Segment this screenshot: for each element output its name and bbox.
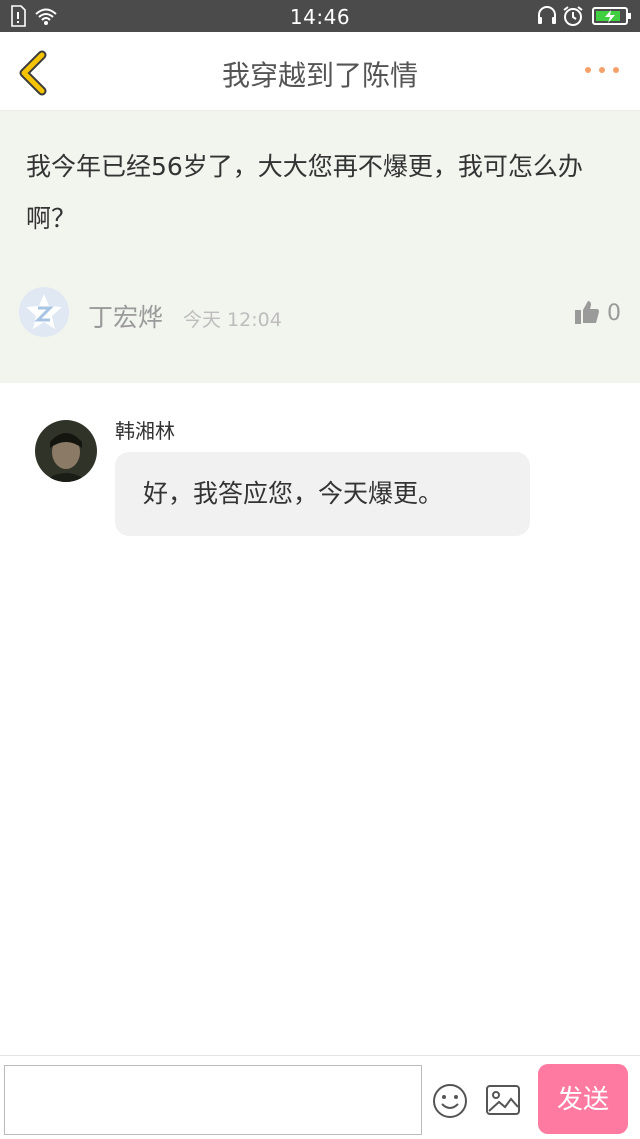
status-bar: 14:46	[0, 0, 640, 32]
battery-charging-icon	[592, 7, 631, 25]
emoji-icon[interactable]	[432, 1083, 468, 1119]
like-count: 0	[607, 301, 621, 326]
author-name[interactable]: 丁宏烨	[88, 298, 163, 334]
more-dots-icon[interactable]	[582, 60, 622, 80]
top-nav-bar: 我穿越到了陈情	[0, 32, 640, 111]
back-button[interactable]	[14, 50, 54, 96]
thumbs-up-icon[interactable]	[574, 299, 600, 325]
comment-time: 今天 12:04	[183, 309, 282, 331]
page-title: 我穿越到了陈情	[221, 59, 418, 92]
headset-icon	[538, 6, 556, 24]
comment-input[interactable]	[4, 1065, 422, 1135]
reply-author-name[interactable]: 韩湘林	[115, 415, 175, 444]
comment-text: 我今年已经56岁了，大大您再不爆更，我可怎么办啊？	[26, 152, 583, 233]
avatar-photo	[35, 420, 97, 482]
reply-bubble: 好，我答应您，今天爆更。	[115, 452, 530, 536]
author-avatar[interactable]	[18, 286, 70, 338]
original-comment: 我今年已经56岁了，大大您再不爆更，我可怎么办啊？ 丁宏烨 今天 12:04 0	[0, 111, 640, 383]
reply-author-avatar[interactable]	[35, 420, 97, 482]
send-button[interactable]: 发送	[538, 1064, 628, 1134]
alarm-icon	[563, 6, 583, 26]
comment-composer: 发送	[0, 1055, 640, 1139]
image-icon[interactable]	[485, 1084, 521, 1116]
